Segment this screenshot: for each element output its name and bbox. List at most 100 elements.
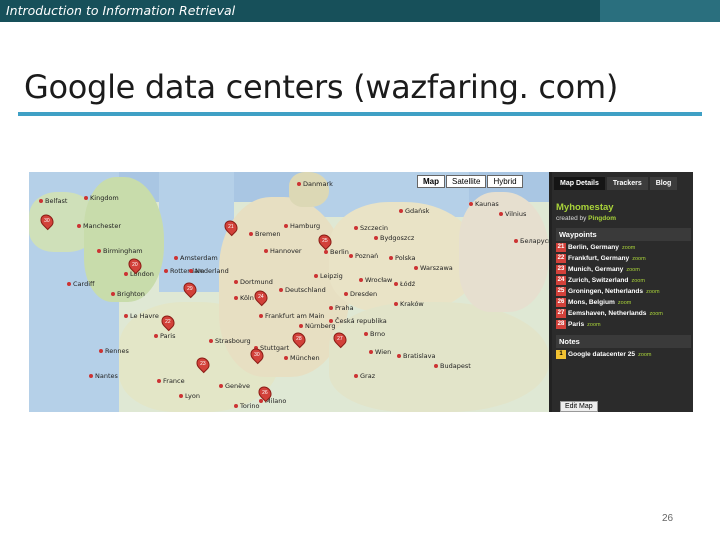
map-type-satellite[interactable]: Satellite bbox=[446, 175, 487, 188]
course-title: Introduction to Information Retrieval bbox=[6, 3, 236, 18]
city-manchester: Manchester bbox=[77, 222, 121, 230]
city-amsterdam: Amsterdam bbox=[174, 254, 218, 262]
city-belarus: Беларусь bbox=[514, 237, 549, 245]
creator-link[interactable]: Pingdom bbox=[588, 215, 616, 222]
city-cesko: Česká republika bbox=[329, 317, 387, 325]
city-praha: Praha bbox=[329, 304, 354, 312]
city-graz: Graz bbox=[354, 372, 375, 380]
waypoint-number: 26 bbox=[556, 298, 566, 307]
panel-body: Myhomestay created by Pingdom Waypoints … bbox=[556, 202, 691, 359]
created-by: created by Pingdom bbox=[556, 215, 691, 222]
city-geneve: Genève bbox=[219, 382, 250, 390]
page-number: 26 bbox=[662, 513, 674, 524]
waypoint-item[interactable]: 22 Frankfurt, Germany zoom bbox=[556, 254, 691, 263]
city-poznan: Poznań bbox=[349, 252, 378, 260]
city-nederland: Nederland bbox=[189, 267, 229, 275]
city-deutschland: Deutschland bbox=[279, 286, 326, 294]
city-nantes: Nantes bbox=[89, 372, 118, 380]
waypoint-name: Paris bbox=[568, 321, 585, 328]
notes-header: Notes bbox=[556, 335, 691, 348]
waypoint-number: 21 bbox=[556, 243, 566, 252]
city-danmark: Danmark bbox=[297, 180, 333, 188]
waypoint-item[interactable]: 23 Munich, Germany zoom bbox=[556, 265, 691, 274]
city-hamburg: Hamburg bbox=[284, 222, 320, 230]
note-number: 1 bbox=[556, 350, 566, 359]
waypoint-name: Mons, Belgium bbox=[568, 299, 615, 306]
waypoints-header: Waypoints bbox=[556, 228, 691, 241]
city-brno: Brno bbox=[364, 330, 385, 338]
city-kaunas: Kaunas bbox=[469, 200, 499, 208]
zoom-link[interactable]: zoom bbox=[646, 289, 659, 295]
europe-map[interactable]: Map Satellite Hybrid Belfast Kingdom Man… bbox=[29, 172, 549, 412]
city-lodz: Łódź bbox=[394, 280, 415, 288]
city-berlin: Berlin bbox=[324, 248, 349, 256]
waypoint-number: 23 bbox=[556, 265, 566, 274]
waypoint-item[interactable]: 21 Berlin, Germany zoom bbox=[556, 243, 691, 252]
city-krakow: Kraków bbox=[394, 300, 424, 308]
tab-blog[interactable]: Blog bbox=[649, 177, 678, 190]
city-polska: Polska bbox=[389, 254, 416, 262]
city-dresden: Dresden bbox=[344, 290, 377, 298]
tab-map-details[interactable]: Map Details bbox=[554, 177, 605, 190]
map-type-map[interactable]: Map bbox=[417, 175, 445, 188]
city-bratislava: Bratislava bbox=[397, 352, 435, 360]
zoom-link[interactable]: zoom bbox=[638, 352, 651, 358]
city-bydgoszcz: Bydgoszcz bbox=[374, 234, 414, 242]
waypoint-name: Eemshaven, Netherlands bbox=[568, 310, 647, 317]
city-wien: Wien bbox=[369, 348, 391, 356]
zoom-link[interactable]: zoom bbox=[649, 311, 662, 317]
waypoint-item[interactable]: 24 Zurich, Switzerland zoom bbox=[556, 276, 691, 285]
zoom-link[interactable]: zoom bbox=[632, 256, 645, 262]
zoom-link[interactable]: zoom bbox=[618, 300, 631, 306]
city-hannover: Hannover bbox=[264, 247, 302, 255]
city-cardiff: Cardiff bbox=[67, 280, 95, 288]
header-bar: Introduction to Information Retrieval bbox=[0, 0, 720, 22]
tab-trackers[interactable]: Trackers bbox=[606, 177, 648, 190]
waypoint-item[interactable]: 27 Eemshaven, Netherlands zoom bbox=[556, 309, 691, 318]
note-item[interactable]: 1 Google datacenter 25 zoom bbox=[556, 350, 691, 359]
slide-title: Google data centers (wazfaring. com) bbox=[24, 68, 619, 106]
city-vilnius: Vilnius bbox=[499, 210, 526, 218]
city-szczecin: Szczecin bbox=[354, 224, 388, 232]
edit-map-button[interactable]: Edit Map bbox=[560, 401, 598, 412]
city-kingdom: Kingdom bbox=[84, 194, 119, 202]
city-warszawa: Warszawa bbox=[414, 264, 453, 272]
map-details-panel: Map Details Trackers Blog Myhomestay cre… bbox=[552, 172, 693, 412]
waypoint-name: Zurich, Switzerland bbox=[568, 277, 629, 284]
panel-tabs: Map Details Trackers Blog bbox=[554, 177, 678, 190]
city-koln: Köln bbox=[234, 294, 254, 302]
city-gdansk: Gdańsk bbox=[399, 207, 429, 215]
zoom-link[interactable]: zoom bbox=[631, 278, 644, 284]
land-denmark bbox=[289, 172, 329, 207]
city-brighton: Brighton bbox=[111, 290, 145, 298]
waypoint-item[interactable]: 28 Paris zoom bbox=[556, 320, 691, 329]
city-munchen: München bbox=[284, 354, 320, 362]
waypoint-item[interactable]: 25 Groningen, Netherlands zoom bbox=[556, 287, 691, 296]
map-title: Myhomestay bbox=[556, 202, 614, 213]
zoom-link[interactable]: zoom bbox=[587, 322, 600, 328]
city-wroclaw: Wrocław bbox=[359, 276, 392, 284]
city-frankfurt: Frankfurt am Main bbox=[259, 312, 324, 320]
created-by-label: created by bbox=[556, 215, 587, 222]
city-paris: Paris bbox=[154, 332, 175, 340]
map-type-hybrid[interactable]: Hybrid bbox=[487, 175, 523, 188]
city-belfast: Belfast bbox=[39, 197, 67, 205]
waypoint-name: Munich, Germany bbox=[568, 266, 624, 273]
waypoint-number: 25 bbox=[556, 287, 566, 296]
city-bremen: Bremen bbox=[249, 230, 280, 238]
city-lyon: Lyon bbox=[179, 392, 200, 400]
city-london: London bbox=[124, 270, 154, 278]
waypoint-name: Groningen, Netherlands bbox=[568, 288, 644, 295]
waypoint-name: Berlin, Germany bbox=[568, 244, 619, 251]
city-france: France bbox=[157, 377, 185, 385]
map-type-controls: Map Satellite Hybrid bbox=[417, 175, 523, 188]
waypoint-number: 28 bbox=[556, 320, 566, 329]
city-strasbourg: Strasbourg bbox=[209, 337, 251, 345]
zoom-link[interactable]: zoom bbox=[626, 267, 639, 273]
waypoint-number: 22 bbox=[556, 254, 566, 263]
city-le-havre: Le Havre bbox=[124, 312, 159, 320]
waypoint-item[interactable]: 26 Mons, Belgium zoom bbox=[556, 298, 691, 307]
zoom-link[interactable]: zoom bbox=[622, 245, 635, 251]
header-accent bbox=[600, 0, 720, 22]
note-name: Google datacenter 25 bbox=[568, 351, 636, 358]
